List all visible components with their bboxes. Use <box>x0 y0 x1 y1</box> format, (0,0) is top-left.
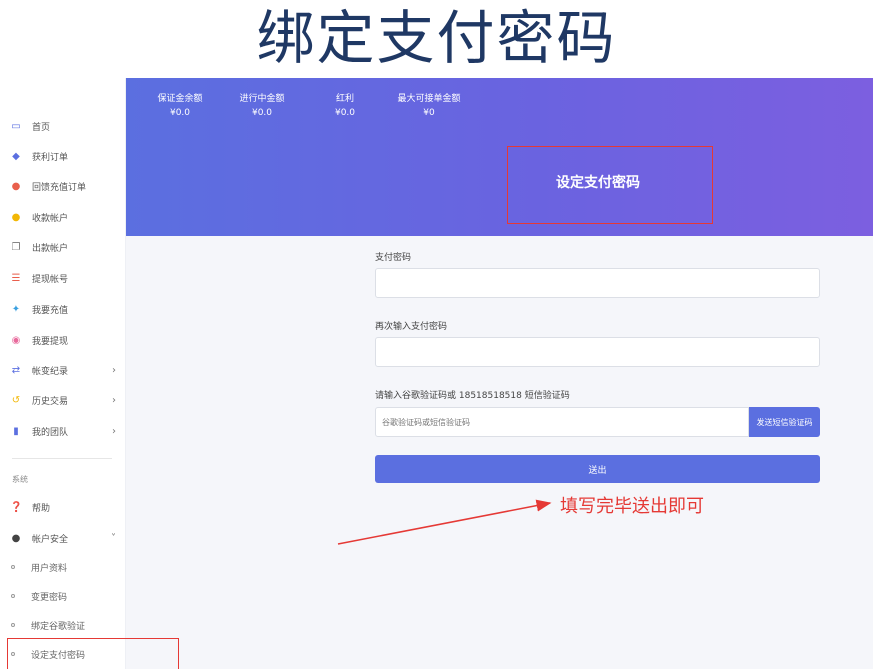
main-content: 支付密码 再次输入支付密码 请输入谷歌验证码或 18518518518 短信验证… <box>126 236 873 669</box>
stat-max-order: 最大可接单金额 ¥0 <box>394 92 464 120</box>
swap-icon: ⇄ <box>11 364 21 376</box>
stat-bonus: 红利 ¥0.0 <box>328 92 362 120</box>
stat-label: 最大可接单金额 <box>397 94 461 104</box>
sidebar-item-label: 回馈充值订单 <box>32 182 87 193</box>
arrow-annotation-icon <box>337 499 552 545</box>
sidebar-item-label: 收款帐户 <box>32 213 69 224</box>
sidebar-item-receive-accounts[interactable]: ● 收款帐户 <box>2 206 126 228</box>
sidebar-item-label: 出款帐户 <box>32 243 69 254</box>
sidebar-item-label: 帮助 <box>32 503 51 514</box>
sidebar-item-profit-orders[interactable]: ◆ 获利订单 <box>2 145 126 167</box>
chevron-right-icon: › <box>112 425 116 437</box>
copy-icon: ❐ <box>11 241 21 253</box>
stat-label: 保证金余额 <box>157 94 203 104</box>
sparkle-icon: ✦ <box>11 303 21 315</box>
bullet-icon <box>11 623 15 627</box>
bars-icon: ▮ <box>13 425 19 437</box>
verification-code-input[interactable] <box>375 407 749 437</box>
verification-code-label: 请输入谷歌验证码或 18518518518 短信验证码 <box>375 391 570 401</box>
sidebar-item-home[interactable]: ▭ 首页 <box>2 115 126 137</box>
sidebar-item-account-security[interactable]: ● 帐户安全 ˅ <box>2 527 126 549</box>
stat-value: ¥0.0 <box>251 108 273 118</box>
sidebar-item-label: 帐变纪录 <box>32 366 69 377</box>
sidebar-subitem-label: 用户资料 <box>31 563 68 574</box>
pin-icon: ● <box>11 180 21 192</box>
sidebar-item-label: 历史交易 <box>32 396 69 407</box>
sidebar-item-label: 首页 <box>32 122 51 133</box>
sidebar: ▭ 首页 ◆ 获利订单 ● 回馈充值订单 ● 收款帐户 ❐ 出款帐户 ☰ 提现帐… <box>2 78 126 669</box>
bullet-icon <box>11 594 15 598</box>
sidebar-item-recharge-orders[interactable]: ● 回馈充值订单 <box>2 175 126 197</box>
sidebar-item-deposit[interactable]: ✦ 我要充值 <box>2 298 126 320</box>
stat-value: ¥0 <box>423 108 435 118</box>
annotation-text: 填写完毕送出即可 <box>560 496 704 517</box>
sidebar-item-withdraw-accounts[interactable]: ☰ 提现帐号 <box>2 267 126 289</box>
sidebar-item-label: 我的团队 <box>32 427 69 438</box>
slide-title: 绑定支付密码 <box>256 4 617 72</box>
sidebar-item-label: 我要提现 <box>32 336 69 347</box>
sidebar-item-account-changes[interactable]: ⇄ 帐变纪录 › <box>2 359 126 381</box>
sidebar-subitem-label: 绑定谷歌验证 <box>31 621 86 632</box>
sidebar-item-withdraw[interactable]: ◉ 我要提现 <box>2 329 126 351</box>
sidebar-subitem-label: 变更密码 <box>31 592 68 603</box>
bullet-icon <box>11 565 15 569</box>
history-icon: ↺ <box>11 394 21 406</box>
pay-password-label: 支付密码 <box>375 253 412 263</box>
sidebar-item-label: 获利订单 <box>32 152 69 163</box>
coin-icon: ◉ <box>11 334 21 346</box>
header-banner: 保证金余额 ¥0.0 进行中金额 ¥0.0 红利 ¥0.0 最大可接单金额 ¥0… <box>126 78 873 236</box>
sidebar-section-system: 系统 <box>12 475 28 484</box>
app-window: ▭ 首页 ◆ 获利订单 ● 回馈充值订单 ● 收款帐户 ❐ 出款帐户 ☰ 提现帐… <box>2 78 873 669</box>
submit-button[interactable]: 送出 <box>375 455 820 483</box>
stat-value: ¥0.0 <box>334 108 356 118</box>
sidebar-item-team[interactable]: ▮ 我的团队 › <box>2 420 126 442</box>
send-sms-button[interactable]: 发送短信验证码 <box>749 407 820 437</box>
user-icon: ● <box>11 211 21 223</box>
chevron-right-icon: › <box>112 394 116 406</box>
sidebar-item-help[interactable]: ❓ 帮助 <box>2 496 126 518</box>
stat-value: ¥0.0 <box>169 108 191 118</box>
sidebar-subitem-google-auth[interactable]: 绑定谷歌验证 <box>2 615 126 635</box>
sidebar-item-label: 帐户安全 <box>32 534 69 545</box>
sidebar-item-payout-accounts[interactable]: ❐ 出款帐户 <box>2 236 126 258</box>
pay-password-input[interactable] <box>375 268 820 298</box>
highlight-box-heading <box>507 146 713 224</box>
list-icon: ☰ <box>11 272 21 284</box>
sidebar-subitem-change-password[interactable]: 变更密码 <box>2 586 126 606</box>
stat-in-progress: 进行中金额 ¥0.0 <box>236 92 288 120</box>
highlight-box-sidebar <box>7 638 179 669</box>
chevron-down-icon: ˅ <box>111 532 116 544</box>
sidebar-item-label: 提现帐号 <box>32 274 69 285</box>
question-icon: ❓ <box>10 501 23 513</box>
sidebar-divider <box>12 458 112 459</box>
chevron-right-icon: › <box>112 364 116 376</box>
sidebar-subitem-profile[interactable]: 用户资料 <box>2 557 126 577</box>
confirm-password-input[interactable] <box>375 337 820 367</box>
tag-icon: ◆ <box>12 150 20 162</box>
stat-deposit-balance: 保证金余额 ¥0.0 <box>154 92 206 120</box>
stat-label: 进行中金额 <box>239 94 285 104</box>
sidebar-item-history[interactable]: ↺ 历史交易 › <box>2 389 126 411</box>
sidebar-item-label: 我要充值 <box>32 305 69 316</box>
stat-label: 红利 <box>335 94 354 104</box>
confirm-password-label: 再次输入支付密码 <box>375 322 448 332</box>
monitor-icon: ▭ <box>11 120 21 132</box>
user-icon: ● <box>11 532 21 544</box>
